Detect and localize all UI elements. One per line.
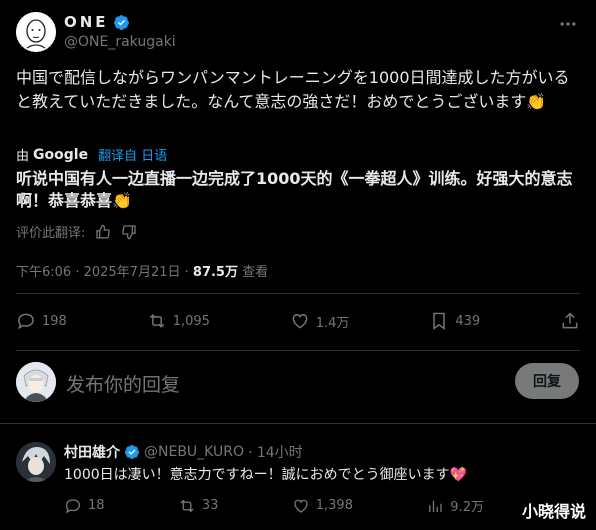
view-count: 87.5万	[192, 265, 238, 280]
reply-icon	[18, 313, 34, 330]
thumbs-up-icon[interactable]	[95, 224, 111, 240]
comment-reply-button[interactable]: 18	[64, 496, 105, 515]
commenter-name[interactable]: 村田雄介	[64, 442, 120, 462]
comment-views-button[interactable]: 9.2万	[426, 496, 484, 515]
reply-input[interactable]: 发布你的回复	[66, 370, 180, 397]
reply-composer: 发布你的回复 回复	[0, 352, 596, 412]
like-count: 1.4万	[315, 315, 350, 331]
share-icon	[562, 312, 578, 329]
author-name[interactable]: ONE	[64, 13, 130, 31]
retweet-icon	[149, 314, 164, 328]
comment-timestamp[interactable]: · 14小时	[248, 442, 303, 462]
bald-face-icon	[16, 12, 56, 52]
divider	[0, 423, 596, 424]
retweet-count: 1,095	[172, 313, 210, 329]
watermark: 小晓得说	[521, 502, 586, 521]
retweet-button[interactable]: 1,095	[147, 311, 210, 331]
comment-action-bar: 18 33 1,398 9.2万	[64, 496, 484, 515]
current-user-avatar[interactable]	[16, 362, 56, 402]
tweet-meta: 下午6:06 · 2025年7月21日 · 87.5万 查看	[16, 261, 268, 280]
analytics-bar-icon	[429, 500, 442, 512]
comment-like-count: 1,398	[315, 498, 353, 513]
tweet-timestamp[interactable]: 下午6:06 · 2025年7月21日 ·	[16, 265, 189, 280]
thumbs-down-icon[interactable]	[121, 224, 137, 240]
verified-badge-icon	[113, 14, 129, 30]
rate-translation-row: 评价此翻译:	[16, 222, 137, 241]
bookmark-count: 439	[455, 313, 481, 329]
translated-text: 听说中国有人一边直播一边完成了1000天的《一拳超人》训练。好强大的意志啊！恭喜…	[16, 169, 573, 210]
comment-retweet-button[interactable]: 33	[178, 496, 219, 515]
translated-by-prefix: 由	[16, 149, 30, 164]
reply-count: 198	[42, 313, 67, 329]
rate-translation-label: 评价此翻译:	[16, 226, 86, 241]
anime-character-avatar-icon	[16, 442, 56, 482]
author-handle[interactable]: @ONE_rakugaki	[64, 34, 176, 50]
comment-retweet-count: 33	[201, 498, 219, 513]
translation-attribution: 由 Google 翻译自 日语	[16, 145, 167, 165]
reply-button[interactable]: 198	[16, 311, 67, 331]
author-name-text[interactable]: ONE	[64, 13, 109, 31]
divider	[16, 293, 580, 294]
translate-source-link[interactable]: 翻译自 日语	[98, 145, 167, 164]
comment-view-count: 9.2万	[450, 500, 484, 515]
commenter-avatar[interactable]	[16, 442, 56, 482]
verified-badge-icon	[124, 445, 139, 459]
comment-text: 1000日は凄い！意志力ですねー！誠におめでとう御座います💖	[64, 467, 468, 483]
heart-icon	[294, 499, 308, 513]
share-button[interactable]	[560, 311, 580, 331]
anime-character-avatar-icon	[16, 362, 56, 402]
like-button[interactable]: 1.4万	[290, 311, 350, 331]
bookmark-icon	[433, 312, 446, 330]
more-options-button[interactable]	[556, 12, 580, 36]
reply-submit-button[interactable]: 回复	[515, 363, 579, 399]
comment-header: 村田雄介 @NEBU_KURO · 14小时	[64, 442, 303, 462]
author-avatar[interactable]	[16, 12, 56, 52]
commenter-handle[interactable]: @NEBU_KURO	[144, 444, 244, 460]
retweet-icon	[180, 499, 194, 512]
comment-like-button[interactable]: 1,398	[292, 496, 353, 515]
comment-reply-count: 18	[88, 498, 105, 513]
heart-icon	[292, 313, 308, 329]
divider	[16, 350, 580, 351]
more-horizontal-icon	[560, 22, 576, 26]
bookmark-button[interactable]: 439	[429, 311, 480, 331]
tweet-text: 中国で配信しながらワンパンマントレーニングを1000日間達成した方がいると教えて…	[16, 68, 570, 111]
google-logo: Google	[33, 146, 89, 163]
reply-icon	[65, 498, 81, 513]
view-label: 查看	[242, 265, 269, 280]
tweet-action-bar: 198 1,095 1.4万 439	[16, 306, 580, 336]
reply-item[interactable]: 村田雄介 @NEBU_KURO · 14小时 1000日は凄い！意志力ですねー！…	[0, 430, 596, 530]
